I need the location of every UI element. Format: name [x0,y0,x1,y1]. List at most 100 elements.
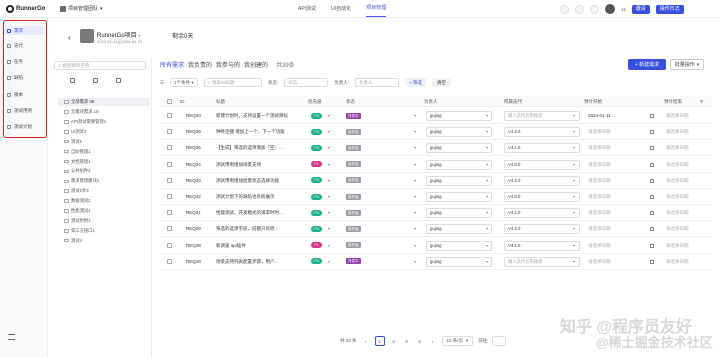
tree-item[interactable]: 性能测试1 [64,207,91,215]
tab-created[interactable]: 我创建的 [244,60,268,69]
tree-item[interactable]: 文档管理1 [64,158,91,166]
row-title[interactable]: 测试计划下的缺陷也有统展示 [216,189,304,205]
iteration-select[interactable]: V4.1.0 [504,240,580,251]
page-2[interactable]: 2 [390,339,398,344]
row-checkbox[interactable] [167,242,172,248]
page-size-select[interactable]: 10 条/页 ▾ [441,336,474,346]
calendar-icon[interactable] [650,195,654,199]
help-icon[interactable] [575,4,584,14]
add-folder-icon[interactable] [93,78,98,83]
row-id[interactable]: REQ31 [186,205,216,221]
sidebar-item-0[interactable]: 需求 [4,26,44,35]
goto-page-input[interactable] [492,336,507,346]
end-date[interactable]: 请选择日期 [666,221,706,237]
start-date[interactable]: 请选择日期 [588,140,648,156]
row-checkbox[interactable] [167,258,172,264]
col-status[interactable]: 状态 [346,96,355,107]
status-badge[interactable]: 未开始 [346,177,361,184]
start-date[interactable]: 请选择日期 [588,254,648,270]
iteration-select[interactable]: V4.2.0 [504,175,580,186]
row-id[interactable]: REQ18 [186,254,216,270]
start-date[interactable]: 2024-01-11 [588,108,648,124]
calendar-icon[interactable] [650,146,654,151]
row-id[interactable]: REQ40 [186,108,216,124]
end-date[interactable]: 请选择日期 [666,238,706,254]
start-date[interactable]: 请选择日期 [588,221,648,237]
priority-badge[interactable]: P3 [311,144,322,151]
start-date[interactable]: 请选择日期 [588,205,648,221]
row-id[interactable]: REQ35 [186,140,216,156]
priority-badge[interactable]: P3 [311,193,322,200]
tree-item[interactable]: 第三方接口1 [64,227,95,235]
row-id[interactable]: REQ32 [186,189,216,205]
col-title[interactable]: 标题 [216,96,225,107]
row-id[interactable]: REQ33 [186,173,216,189]
invite-button[interactable]: 邀请 [631,4,650,14]
iteration-select[interactable]: V4.2.0 [504,127,580,138]
calendar-icon[interactable] [650,259,654,264]
status-badge[interactable]: 未开始 [346,161,361,168]
end-date[interactable]: 请选择日期 [666,157,706,173]
page-1[interactable]: 1 [374,336,385,346]
calendar-icon[interactable] [650,243,654,248]
row-checkbox[interactable] [167,129,172,135]
iteration-select[interactable]: V4.2.0 [504,224,580,235]
tree-item[interactable]: 测试4 [64,237,82,245]
row-title[interactable]: 【生成】筛选的选项增加「空」... [216,140,304,156]
row-checkbox[interactable] [167,210,172,216]
owner-select[interactable]: gujing [426,224,492,235]
tree-item[interactable]: 无模块需求 18 [64,108,98,116]
select-all-checkbox[interactable] [167,99,172,104]
owner-select[interactable]: 负责人 [355,78,400,87]
owner-select[interactable]: gujing [426,256,492,267]
table-row[interactable]: REQ33 测试用例增加批量状态选择功能 P3 ▾ 未开始 ▾ gujing ▾ V4.2.0 ▾… [160,173,712,189]
sidebar-item-5[interactable]: 测试用例 [4,106,44,115]
app-logo[interactable]: RunnerGo [6,4,45,14]
owner-select[interactable]: gujing [426,208,492,219]
end-date[interactable]: 请选择日期 [666,124,706,140]
iteration-select[interactable]: V4.1.0 [504,143,580,154]
row-title[interactable]: 场景支持列表配置步骤，用户... [216,254,304,270]
table-row[interactable]: REQ31 性能测试，开发模式的请求时时... P3 ▾ 未开始 ▾ gujing ▾ V4.1… [160,205,712,222]
tree-item[interactable]: 测试用例3 [64,217,91,225]
iteration-select[interactable]: V4.0.0 [504,192,580,202]
table-row[interactable]: REQ34 测试用例增加场景支持 P1 ▾ 未开始 ▾ gujing ▾ V4.0.0 ▾ 请选择日… [160,157,712,173]
col-end[interactable]: 预计结束 [664,96,682,107]
id-title-search[interactable]: ⌕ 搜索ID标题 [204,78,263,87]
iteration-select[interactable]: 输入迭代名称搜索 [504,111,580,121]
operation-log-button[interactable]: 操作日志 [655,4,684,14]
prev-page-button[interactable]: ‹ [362,339,370,344]
calendar-icon[interactable] [650,114,654,118]
owner-select[interactable]: gujing [426,143,492,154]
priority-badge[interactable]: P1 [311,242,322,249]
owner-select[interactable]: gujing [426,127,492,138]
col-owner[interactable]: 负责人 [424,96,438,107]
tree-item-all[interactable]: 全部需求 39 [58,98,150,106]
status-badge[interactable]: 未开始 [346,242,361,249]
iteration-select[interactable]: V4.0.0 [504,159,580,170]
row-checkbox[interactable] [167,226,172,232]
sidebar-item-3[interactable]: 缺陷 [4,73,44,82]
status-badge[interactable]: 开发中 [346,258,361,265]
iteration-select[interactable]: 输入迭代名称搜索 [504,256,580,267]
end-date[interactable]: 请选择日期 [666,189,706,205]
start-date[interactable]: 请选择日期 [588,124,648,140]
status-badge[interactable]: 未开始 [346,193,361,200]
tree-item[interactable]: 公共组件2 [64,167,91,175]
row-checkbox[interactable] [167,177,172,183]
nav-project-management[interactable]: 项目管理 [366,0,387,17]
calendar-icon[interactable] [650,162,654,167]
sidebar-item-2[interactable]: 任务 [4,57,44,66]
priority-badge[interactable]: P3 [311,128,322,135]
row-id[interactable]: REQ29 [186,221,216,237]
collapse-all-icon[interactable] [70,78,75,83]
column-filter-icon[interactable]: ⚲ [700,96,703,107]
owner-select[interactable]: gujing [426,111,492,121]
start-date[interactable]: 请选择日期 [588,238,648,254]
owner-select[interactable]: gujing [426,175,492,186]
owner-select[interactable]: gujing [426,240,492,251]
priority-badge[interactable]: P3 [311,177,322,184]
row-id[interactable]: REQ39 [186,124,216,140]
sidebar-item-1[interactable]: 迭代 [4,41,44,50]
menu-collapse-icon[interactable] [8,334,15,340]
